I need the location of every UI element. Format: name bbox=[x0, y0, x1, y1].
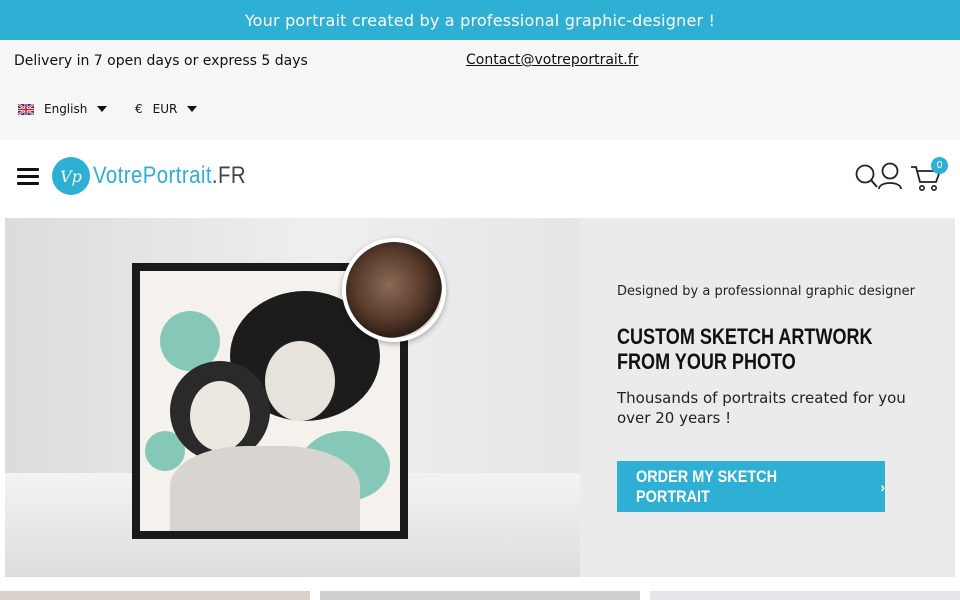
hero-banner: Designed by a professionnal graphic desi… bbox=[5, 218, 955, 577]
currency-selector[interactable]: € EUR bbox=[135, 102, 198, 116]
hero-text: Designed by a professionnal graphic desi… bbox=[617, 282, 927, 428]
product-thumbnail[interactable] bbox=[0, 591, 310, 600]
uk-flag-icon bbox=[18, 103, 34, 115]
menu-icon[interactable] bbox=[17, 168, 39, 185]
delivery-info: Delivery in 7 open days or express 5 day… bbox=[14, 53, 308, 69]
product-thumbnail[interactable] bbox=[650, 591, 960, 600]
user-icon[interactable] bbox=[877, 162, 903, 190]
hero-kicker: Designed by a professionnal graphic desi… bbox=[617, 284, 915, 299]
site-logo[interactable]: Vp VotrePortrait.FR bbox=[52, 157, 273, 195]
logo-mark: Vp bbox=[52, 157, 90, 195]
product-thumbnail[interactable] bbox=[320, 591, 640, 600]
language-selector[interactable]: English bbox=[18, 102, 108, 116]
chevron-down-icon bbox=[187, 106, 198, 112]
cta-label: ORDER MY SKETCH PORTRAIT bbox=[635, 466, 778, 506]
cart-count-badge: 0 bbox=[931, 157, 948, 174]
original-photo-inset bbox=[342, 238, 446, 342]
hero-image bbox=[5, 218, 580, 577]
currency-label: EUR bbox=[152, 102, 178, 116]
logo-main: VotrePortrait bbox=[93, 162, 212, 189]
info-bar: Delivery in 7 open days or express 5 day… bbox=[0, 40, 960, 140]
logo-wordmark: VotrePortrait.FR bbox=[93, 162, 246, 190]
chevron-right-icon: › bbox=[880, 478, 885, 495]
hero-title: CUSTOM SKETCH ARTWORK FROM YOUR PHOTO bbox=[617, 324, 873, 374]
currency-symbol: € bbox=[135, 102, 143, 116]
chevron-down-icon bbox=[97, 106, 108, 112]
promo-text: Your portrait created by a professional … bbox=[244, 10, 716, 30]
hero-description: Thousands of portraits created for you o… bbox=[617, 389, 906, 427]
site-header: Vp VotrePortrait.FR bbox=[0, 140, 960, 216]
order-sketch-portrait-button[interactable]: ORDER MY SKETCH PORTRAIT › bbox=[617, 461, 885, 512]
language-label: English bbox=[44, 102, 88, 116]
logo-tld: .FR bbox=[211, 162, 247, 189]
promo-banner: Your portrait created by a professional … bbox=[0, 0, 960, 40]
contact-email-link[interactable]: Contact@votreportrait.fr bbox=[466, 52, 638, 68]
search-icon[interactable] bbox=[855, 164, 879, 190]
